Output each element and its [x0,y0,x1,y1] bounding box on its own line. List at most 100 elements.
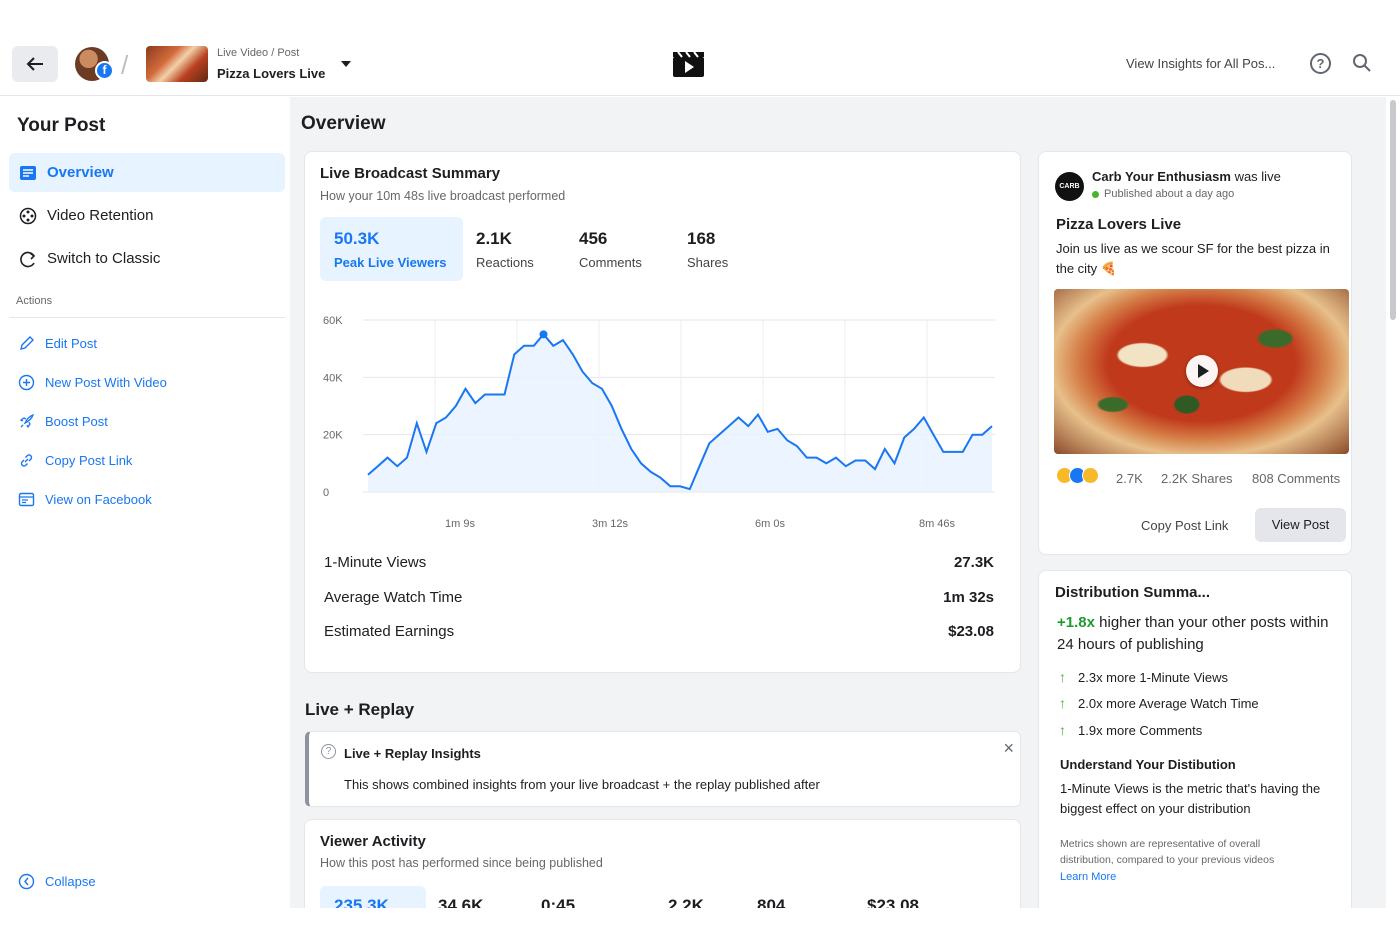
x-tick-label: 3m 12s [592,518,629,530]
reaction-count: 2.7K [1116,471,1143,486]
post-thumbnail [146,46,208,82]
video-thumbnail[interactable] [1054,289,1349,454]
live-dot-icon [1092,190,1099,198]
back-button[interactable] [12,46,58,82]
arrow-up-icon: ↑ [1059,722,1066,738]
search-icon[interactable] [1352,53,1372,73]
activity-value: 235.3K [334,896,389,908]
close-icon[interactable]: × [1003,738,1014,759]
was-live-text: was live [1234,169,1281,184]
main-content: Overview Live Broadcast Summary How your… [290,97,1390,908]
metric-value: 50.3K [334,229,380,248]
distribution-note: Metrics shown are representative of over… [1060,838,1275,866]
info-icon: ? [321,744,336,759]
metric-value: 168 [687,229,716,248]
distribution-item: ↑ 2.3x more 1-Minute Views [1059,669,1228,685]
card-subtitle: How your 10m 48s live broadcast performe… [320,189,566,203]
edit-post-action[interactable]: Edit Post [18,333,97,353]
y-tick-label: 20K [323,430,343,442]
distribution-multiplier: +1.8x [1057,614,1095,631]
stat-value: 27.3K [953,554,994,571]
metric-label: Comments [579,255,642,270]
breadcrumb-separator: / [121,50,129,80]
page-name[interactable]: Carb Your Enthusiasm [1092,169,1231,184]
stat-one-minute-views: 1-Minute Views 27.3K [324,554,994,571]
viewer-activity-card: Viewer Activity How this post has perfor… [304,819,1021,908]
stat-label: Estimated Earnings [324,623,455,640]
card-subtitle: How this post has performed since being … [320,856,603,870]
copy-post-link-action[interactable]: Copy Post Link [18,450,132,470]
metric-peak-live-viewers[interactable]: 50.3K Peak Live Viewers [320,217,463,281]
learn-more-link[interactable]: Learn More [1060,871,1116,883]
published-text: Published about a day ago [1104,188,1235,200]
arrow-up-icon: ↑ [1059,695,1066,711]
card-title: Distribution Summa... [1055,584,1211,601]
live-replay-info-banner: ? Live + Replay Insights This shows comb… [305,731,1021,807]
switch-arrow-icon [20,251,36,268]
action-label: New Post With Video [45,374,167,390]
film-reel-icon [19,207,37,225]
sidebar-item-label: Video Retention [47,207,154,224]
chart-area-fill [368,334,992,492]
actions-label: Actions [16,295,53,307]
stat-value: 1m 32s [943,589,994,606]
collapse-button[interactable]: Collapse [18,873,96,890]
sidebar-item-overview[interactable]: Overview [9,153,285,192]
scrollbar-thumb[interactable] [1390,100,1396,320]
metric-shares[interactable]: 168 Shares [673,217,763,281]
metric-value: 2.1K [476,229,512,248]
chevron-left-circle-icon [18,873,35,890]
y-tick-label: 40K [323,372,343,384]
section-title-live-replay: Live + Replay [305,700,415,719]
sidebar-item-video-retention[interactable]: Video Retention [9,196,285,235]
metric-comments[interactable]: 456 Comments [565,217,665,281]
plus-circle-icon [18,374,35,390]
arrow-left-icon [26,57,43,71]
info-title: Live + Replay Insights [344,746,481,761]
top-bar: f / Live Video / Post Pizza Lovers Live … [0,0,1400,96]
x-tick-label: 8m 46s [919,518,956,530]
sidebar-item-switch-classic[interactable]: Switch to Classic [9,239,285,278]
browser-window-icon [18,492,35,506]
sidebar-title: Your Post [17,115,106,136]
play-icon[interactable] [1186,355,1218,387]
card-title: Live Broadcast Summary [320,165,501,182]
new-post-with-video-action[interactable]: New Post With Video [18,372,167,392]
sidebar-item-label: Overview [47,164,114,181]
view-on-facebook-action[interactable]: View on Facebook [18,489,152,509]
understand-title: Understand Your Distibution [1060,757,1236,772]
boost-post-action[interactable]: Boost Post [18,411,108,431]
sidebar-item-label: Switch to Classic [47,250,161,267]
metric-reactions[interactable]: 2.1K Reactions [462,217,562,281]
pencil-icon [20,335,34,350]
info-text: This shows combined insights from your l… [344,777,820,792]
sidebar: Your Post Overview Video Retention Switc… [0,97,290,940]
distribution-headline: +1.8x higher than your other posts withi… [1057,612,1337,656]
chart-peak-point [539,330,548,339]
distribution-item-text: 2.3x more 1-Minute Views [1078,669,1229,685]
chevron-down-icon[interactable] [341,61,351,67]
stat-value: $23.08 [948,623,994,640]
action-label: Copy Post Link [45,452,133,468]
peak-viewers-chart: 60K 40K 20K 0 1m 9s 3m 12s 6m 0s 8m 46s [323,315,995,530]
action-label: Edit Post [45,335,98,351]
view-all-insights-link[interactable]: View Insights for All Pos... [1126,56,1275,71]
distribution-text: higher than your other posts within 24 h… [1057,614,1329,653]
copy-post-link-button[interactable]: Copy Post Link [1141,518,1228,533]
reaction-icons [1056,467,1099,484]
stat-estimated-earnings: Estimated Earnings $23.08 [324,623,994,640]
action-label: View on Facebook [45,491,152,507]
live-broadcast-summary-card: Live Broadcast Summary How your 10m 48s … [304,151,1021,673]
collapse-label: Collapse [45,874,96,889]
video-clapper-icon [673,51,704,77]
distribution-item: ↑ 2.0x more Average Watch Time [1059,695,1259,711]
help-icon[interactable]: ? [1310,53,1331,74]
understand-text: 1-Minute Views is the metric that's havi… [1060,781,1321,816]
activity-value: 34.6K [438,896,484,908]
view-post-button[interactable]: View Post [1255,508,1346,542]
distribution-item: ↑ 1.9x more Comments [1059,722,1202,738]
stat-label: 1-Minute Views [324,554,427,571]
post-title[interactable]: Pizza Lovers Live [217,66,325,81]
stat-average-watch-time: Average Watch Time 1m 32s [324,589,994,606]
overview-icon [20,166,36,180]
